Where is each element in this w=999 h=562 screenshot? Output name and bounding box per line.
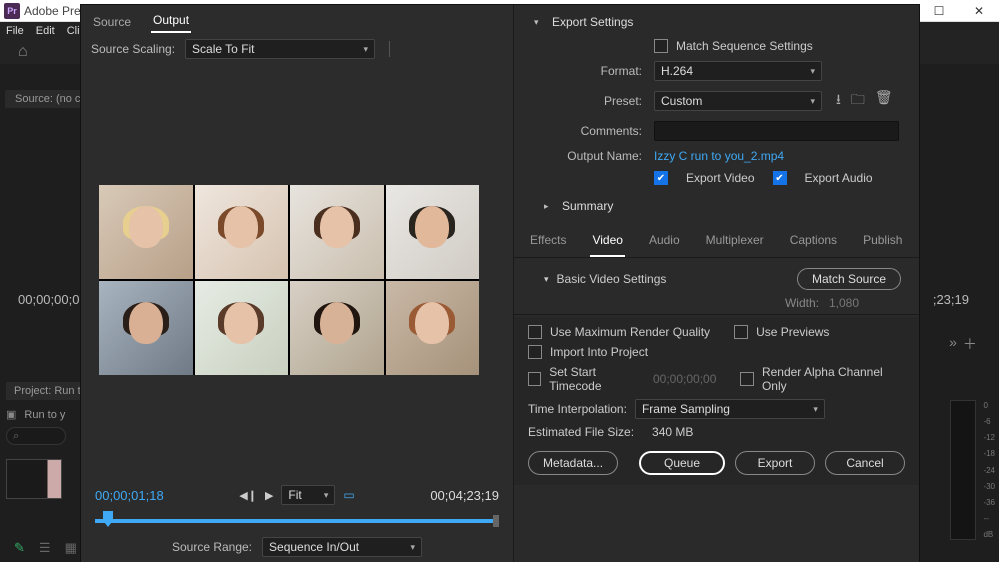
comments-input[interactable] — [654, 121, 899, 141]
chevron-right-icon: ▸ — [544, 201, 554, 212]
program-tc-left: 00;00;00;0 — [18, 292, 79, 307]
subtab-publish[interactable]: Publish — [861, 229, 904, 257]
format-label: Format: — [514, 64, 654, 78]
comments-label: Comments: — [514, 124, 654, 138]
audio-meter: 0 -6 -12 -18 -24 -30 -36 -- dB — [950, 400, 976, 540]
est-size-value: 340 MB — [652, 425, 693, 439]
menu-edit[interactable]: Edit — [36, 25, 55, 37]
time-interp-label: Time Interpolation: — [528, 402, 627, 416]
max-quality-checkbox[interactable] — [528, 325, 542, 339]
source-range-label: Source Range: — [172, 540, 252, 554]
render-alpha-label: Render Alpha Channel Only — [762, 365, 905, 393]
export-settings-dialog: Source Output Source Scaling: Scale To F… — [80, 4, 920, 562]
width-value[interactable]: 1,080 — [829, 296, 859, 310]
delete-preset-icon[interactable]: 🗑 — [875, 89, 893, 113]
render-alpha-checkbox[interactable] — [740, 372, 754, 386]
preset-label: Preset: — [514, 94, 654, 108]
project-clip-thumb[interactable] — [6, 459, 62, 499]
menu-file[interactable]: File — [6, 25, 24, 37]
aspect-correction-icon[interactable]: ▭ — [343, 488, 354, 502]
tab-output[interactable]: Output — [151, 9, 191, 33]
step-back-button[interactable]: ◀❙ — [239, 489, 257, 502]
subtab-multiplexer[interactable]: Multiplexer — [704, 229, 766, 257]
preview-timeline-slider[interactable] — [95, 509, 499, 533]
source-scaling-dropdown[interactable]: Scale To Fit▾ — [185, 39, 375, 59]
export-audio-label: Export Audio — [805, 171, 873, 185]
start-tc-value: 00;00;00;00 — [653, 372, 716, 386]
close-button[interactable]: ✕ — [959, 0, 999, 22]
subtab-audio[interactable]: Audio — [647, 229, 682, 257]
tab-source[interactable]: Source — [91, 11, 133, 33]
output-name-label: Output Name: — [514, 149, 654, 163]
export-audio-checkbox[interactable]: ✔ — [773, 171, 787, 185]
home-icon[interactable]: ⌂ — [18, 43, 28, 61]
project-name: Run to y — [24, 409, 65, 421]
output-name-link[interactable]: Izzy C run to you_2.mp4 — [654, 149, 784, 163]
metadata-button[interactable]: Metadata... — [528, 451, 618, 475]
subtab-video[interactable]: Video — [590, 229, 624, 257]
playhead-icon[interactable] — [103, 511, 113, 527]
list-view-icon[interactable]: ☰ — [39, 540, 51, 556]
preview-current-timecode[interactable]: 00;00;01;18 — [95, 488, 164, 503]
time-interp-dropdown[interactable]: Frame Sampling▾ — [635, 399, 825, 419]
subtab-effects[interactable]: Effects — [528, 229, 568, 257]
width-label: Width: — [785, 296, 819, 310]
set-start-tc-label: Set Start Timecode — [549, 365, 645, 393]
preset-dropdown[interactable]: Custom▾ — [654, 91, 822, 111]
zoom-fit-dropdown[interactable]: Fit▾ — [281, 485, 335, 505]
basic-video-settings-label: Basic Video Settings — [557, 272, 667, 286]
import-project-checkbox[interactable] — [528, 345, 542, 359]
format-dropdown[interactable]: H.264▾ — [654, 61, 822, 81]
queue-button[interactable]: Queue — [639, 451, 725, 475]
chevron-down-icon: ▾ — [364, 44, 369, 55]
maximize-button[interactable]: ☐ — [919, 0, 959, 22]
icon-view-icon[interactable]: ▦ — [65, 540, 77, 556]
max-quality-label: Use Maximum Render Quality — [550, 325, 710, 339]
use-previews-label: Use Previews — [756, 325, 829, 339]
export-settings-header[interactable]: ▾ Export Settings — [514, 5, 919, 35]
play-button[interactable]: ▶ — [265, 489, 273, 502]
export-video-label: Export Video — [686, 171, 755, 185]
bin-icon: ▣ — [6, 408, 16, 421]
save-preset-icon[interactable]: ⭳ — [836, 89, 841, 113]
cancel-button[interactable]: Cancel — [825, 451, 905, 475]
est-size-label: Estimated File Size: — [528, 425, 634, 439]
source-scaling-label: Source Scaling: — [91, 42, 175, 56]
export-button[interactable]: Export — [735, 451, 815, 475]
match-sequence-label: Match Sequence Settings — [676, 39, 813, 53]
pencil-icon[interactable]: ✎ — [14, 540, 25, 556]
search-icon: ⌕ — [13, 430, 19, 443]
project-search-input[interactable]: ⌕ — [6, 427, 66, 445]
program-tc-right: ;23;19 — [933, 292, 969, 307]
match-sequence-checkbox[interactable] — [654, 39, 668, 53]
use-previews-checkbox[interactable] — [734, 325, 748, 339]
chevron-down-icon: ▾ — [544, 274, 549, 285]
preview-duration-timecode: 00;04;23;19 — [430, 488, 499, 503]
preview-video-grid — [99, 185, 479, 375]
expand-panels-icon[interactable]: » — [949, 334, 957, 354]
import-project-label: Import Into Project — [550, 345, 648, 359]
match-source-button[interactable]: Match Source — [797, 268, 901, 290]
set-start-tc-checkbox[interactable] — [528, 372, 541, 386]
app-icon: Pr — [4, 3, 20, 19]
summary-header[interactable]: ▸ Summary — [514, 189, 919, 219]
chevron-down-icon: ▾ — [534, 17, 544, 28]
add-panel-icon[interactable]: ＋ — [963, 334, 977, 354]
subtab-captions[interactable]: Captions — [788, 229, 839, 257]
source-range-dropdown[interactable]: Sequence In/Out▾ — [262, 537, 422, 557]
export-video-checkbox[interactable]: ✔ — [654, 171, 668, 185]
import-preset-icon[interactable]: 🗀 — [851, 89, 865, 113]
